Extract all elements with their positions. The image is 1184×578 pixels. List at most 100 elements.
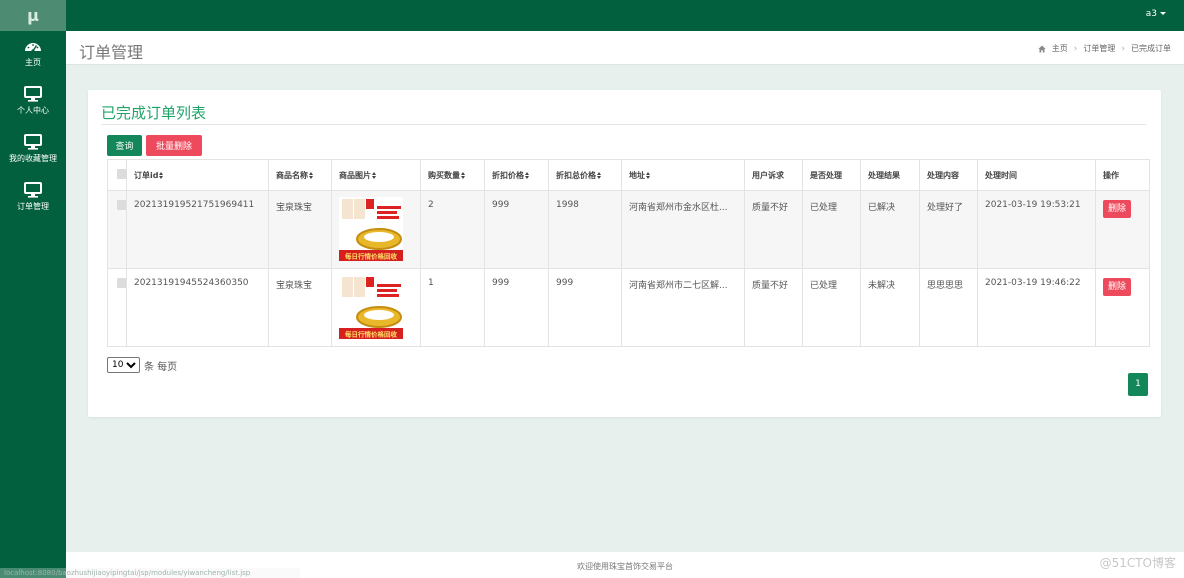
- order-list-panel: 已完成订单列表 查询 批量删除 订单id 商品名称 商品图片 购买数量 折扣价格…: [88, 90, 1161, 417]
- time-cell: 2021-03-19 19:46:22: [977, 268, 1096, 347]
- breadcrumb-home[interactable]: 主页: [1052, 43, 1068, 54]
- column-header-handled: 是否处理: [802, 159, 861, 191]
- action-cell: 删除: [1095, 268, 1150, 347]
- status-url: localhost:8080/baozhushijiaoyipingtai/js…: [0, 568, 300, 578]
- qty-cell: 1: [420, 268, 485, 347]
- chevron-right-icon: ›: [1121, 43, 1125, 54]
- total-cell: 999: [548, 268, 622, 347]
- divider: [101, 124, 1146, 125]
- column-header-qty[interactable]: 购买数量: [420, 159, 485, 191]
- column-header-address[interactable]: 地址: [621, 159, 745, 191]
- product-image-caption: 每日行情价格回收: [345, 330, 398, 339]
- total-cell: 1998: [548, 190, 622, 269]
- row-checkbox[interactable]: [117, 278, 126, 288]
- breadcrumb: 主页 › 订单管理 › 已完成订单: [1038, 43, 1171, 54]
- product-image-caption: 每日行情价格回收: [345, 252, 398, 261]
- table-header-row: 订单id 商品名称 商品图片 购买数量 折扣价格 折扣总价格 地址 用户诉求 是…: [107, 159, 1150, 191]
- page-number-button[interactable]: 1: [1128, 373, 1148, 396]
- price-cell: 999: [484, 190, 549, 269]
- table-row: 202131919521751969411 宝泉珠宝 每日行情价格回收 2 99…: [107, 190, 1150, 269]
- product-image[interactable]: 每日行情价格回收: [339, 197, 403, 261]
- sort-icon: [372, 171, 377, 179]
- product-image[interactable]: 每日行情价格回收: [339, 275, 403, 339]
- sidebar-item-home[interactable]: 主页: [0, 31, 66, 79]
- order-id-cell: 20213191945524360350: [126, 268, 269, 347]
- panel-title: 已完成订单列表: [101, 104, 207, 122]
- breadcrumb-orders[interactable]: 订单管理: [1083, 43, 1115, 54]
- action-cell: 删除: [1095, 190, 1150, 269]
- select-all-cell: [107, 159, 127, 191]
- page-size-suffix: 条 每页: [144, 361, 178, 373]
- order-id-cell: 202131919521751969411: [126, 190, 269, 269]
- qty-cell: 2: [420, 190, 485, 269]
- page-size-control: 10 条 每页: [107, 357, 177, 373]
- request-cell: 质量不好: [744, 268, 803, 347]
- handled-cell: 已处理: [802, 190, 861, 269]
- sidebar-item-profile[interactable]: 个人中心: [0, 79, 66, 127]
- column-header-total[interactable]: 折扣总价格: [548, 159, 622, 191]
- select-all-checkbox[interactable]: [117, 169, 127, 179]
- sort-icon: [309, 171, 314, 179]
- row-checkbox[interactable]: [117, 200, 126, 210]
- delete-button[interactable]: 删除: [1103, 278, 1132, 296]
- sort-icon: [525, 171, 530, 179]
- page-header: 订单管理 主页 › 订单管理 › 已完成订单: [66, 31, 1184, 65]
- monitor-icon: [24, 182, 42, 198]
- sidebar-item-favorites[interactable]: 我的收藏管理: [0, 127, 66, 175]
- row-select-cell: [107, 190, 127, 269]
- address-cell: 河南省郑州市二七区解...: [621, 268, 745, 347]
- user-menu[interactable]: a3: [1146, 0, 1166, 29]
- handled-cell: 已处理: [802, 268, 861, 347]
- product-name-cell: 宝泉珠宝: [268, 268, 332, 347]
- app-logo[interactable]: µ: [0, 0, 66, 31]
- home-icon: [1038, 45, 1046, 52]
- sidebar-item-label: 个人中心: [17, 106, 49, 115]
- row-select-cell: [107, 268, 127, 347]
- column-header-request: 用户诉求: [744, 159, 803, 191]
- breadcrumb-completed: 已完成订单: [1131, 44, 1171, 53]
- sort-icon: [646, 171, 651, 179]
- result-cell: 未解决: [860, 268, 920, 347]
- column-header-image[interactable]: 商品图片: [331, 159, 421, 191]
- orders-table: 订单id 商品名称 商品图片 购买数量 折扣价格 折扣总价格 地址 用户诉求 是…: [107, 159, 1150, 347]
- column-header-result: 处理结果: [860, 159, 920, 191]
- dashboard-icon: [25, 43, 41, 53]
- column-header-product[interactable]: 商品名称: [268, 159, 332, 191]
- time-cell: 2021-03-19 19:53:21: [977, 190, 1096, 269]
- top-navbar: µ a3: [0, 0, 1184, 31]
- watermark: @51CTO博客: [1099, 556, 1176, 570]
- page-title: 订单管理: [79, 43, 144, 62]
- price-cell: 999: [484, 268, 549, 347]
- content-cell: 思思思思: [919, 268, 978, 347]
- caret-down-icon: [1160, 12, 1166, 15]
- sort-icon: [159, 171, 164, 179]
- batch-delete-button[interactable]: 批量删除: [146, 135, 202, 156]
- table-row: 20213191945524360350 宝泉珠宝 每日行情价格回收 1 999…: [107, 268, 1150, 347]
- column-header-time: 处理时间: [977, 159, 1096, 191]
- content-cell: 处理好了: [919, 190, 978, 269]
- delete-button[interactable]: 删除: [1103, 200, 1132, 218]
- product-name-cell: 宝泉珠宝: [268, 190, 332, 269]
- product-image-cell: 每日行情价格回收: [331, 190, 421, 269]
- column-header-action: 操作: [1095, 159, 1150, 191]
- result-cell: 已解决: [860, 190, 920, 269]
- monitor-icon: [24, 134, 42, 150]
- column-header-content: 处理内容: [919, 159, 978, 191]
- sidebar-item-label: 订单管理: [17, 202, 49, 211]
- request-cell: 质量不好: [744, 190, 803, 269]
- sidebar-item-label: 主页: [25, 58, 41, 67]
- sidebar-item-orders[interactable]: 订单管理: [0, 175, 66, 223]
- query-button[interactable]: 查询: [107, 135, 142, 156]
- chevron-right-icon: ›: [1073, 43, 1078, 54]
- sort-icon: [597, 171, 602, 179]
- product-image-cell: 每日行情价格回收: [331, 268, 421, 347]
- column-header-order-id[interactable]: 订单id: [126, 159, 269, 191]
- user-name: a3: [1145, 9, 1157, 19]
- address-cell: 河南省郑州市金水区杜...: [621, 190, 745, 269]
- sort-icon: [461, 171, 466, 179]
- page-size-select[interactable]: 10: [107, 357, 140, 373]
- monitor-icon: [24, 86, 42, 102]
- sidebar-item-label: 我的收藏管理: [9, 154, 57, 163]
- footer-text: 欢迎使用珠宝首饰交易平台: [577, 562, 673, 571]
- column-header-price[interactable]: 折扣价格: [484, 159, 549, 191]
